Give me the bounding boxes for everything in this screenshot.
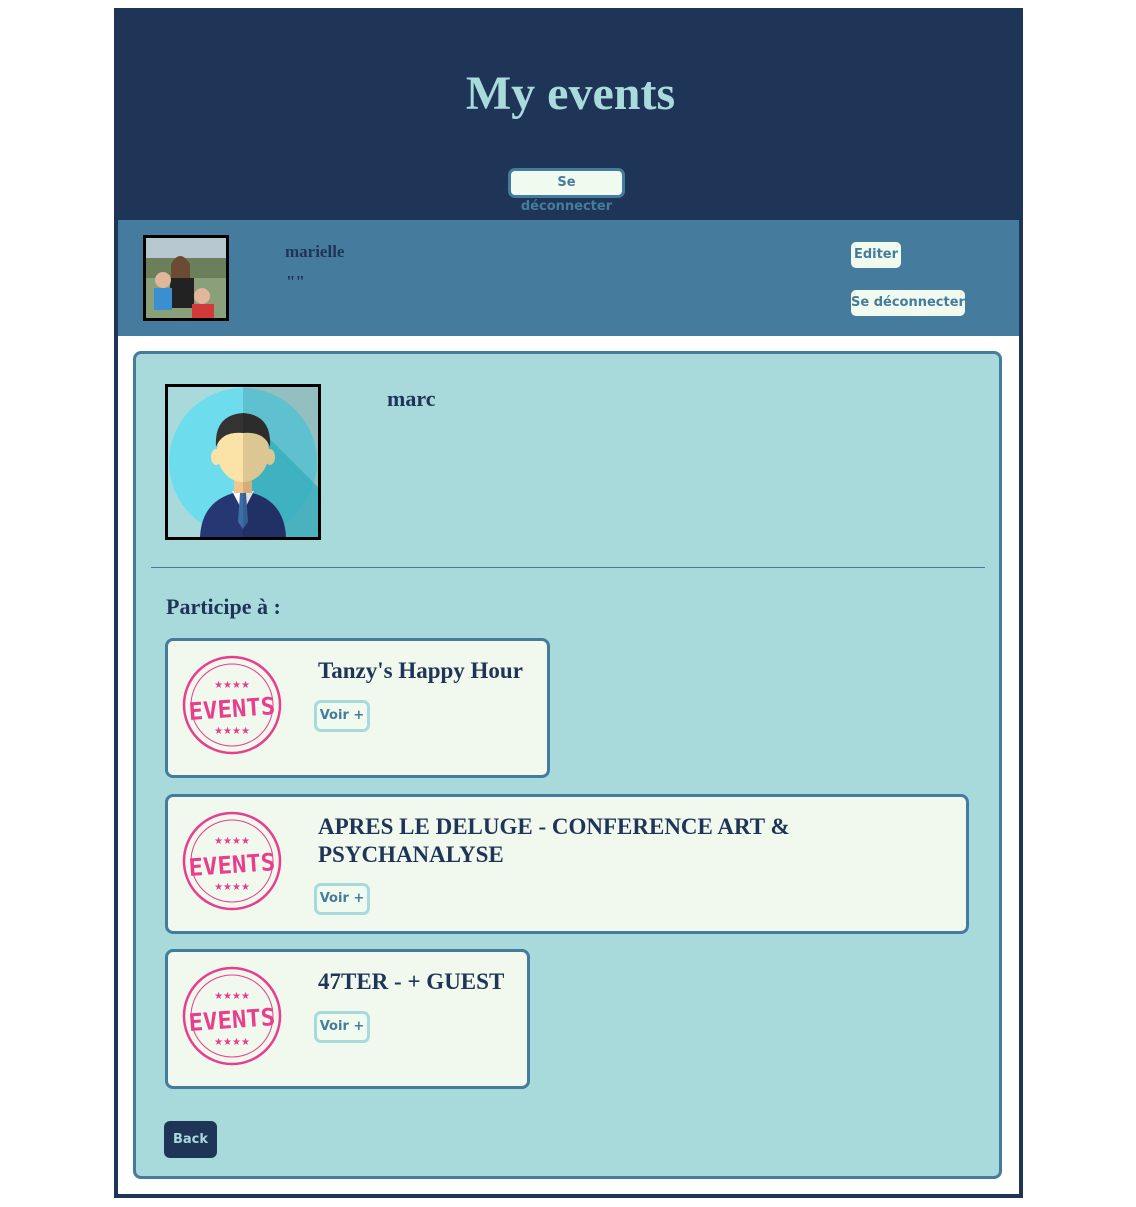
svg-text:★★★★: ★★★★ <box>214 991 250 1002</box>
events-stamp-icon: ★★★★ EVENTS ★★★★ <box>182 966 282 1066</box>
event-title: APRES LE DELUGE - CONFERENCE ART & PSYCH… <box>318 814 790 867</box>
page-header: My events Se déconnecter <box>118 8 1019 220</box>
back-button[interactable]: Back <box>164 1121 217 1158</box>
edit-button[interactable]: Editer <box>851 242 901 268</box>
profile-panel: marc Participe à : ★★★★ EVENTS ★★★★ Tanz… <box>133 351 1002 1179</box>
svg-text:★★★★: ★★★★ <box>214 882 250 893</box>
page-title: My events <box>465 67 676 120</box>
event-card: ★★★★ EVENTS ★★★★ 47TER - + GUEST Voir + <box>165 949 530 1089</box>
profile-name: marc <box>387 386 436 411</box>
event-card: ★★★★ EVENTS ★★★★ APRES LE DELUGE - CONFE… <box>165 794 969 934</box>
svg-text:EVENTS: EVENTS <box>188 692 276 726</box>
divider <box>151 567 985 568</box>
svg-text:★★★★: ★★★★ <box>214 726 250 737</box>
header-logout-button[interactable]: Se déconnecter <box>508 168 625 214</box>
event-card: ★★★★ EVENTS ★★★★ Tanzy's Happy Hour Voir… <box>165 638 550 778</box>
events-stamp-icon: ★★★★ EVENTS ★★★★ <box>182 811 282 911</box>
person-avatar-icon <box>168 387 318 537</box>
svg-text:★★★★: ★★★★ <box>214 836 250 847</box>
view-more-button[interactable]: Voir + <box>314 700 370 732</box>
svg-text:★★★★: ★★★★ <box>214 680 250 691</box>
view-more-button[interactable]: Voir + <box>314 883 370 915</box>
svg-text:EVENTS: EVENTS <box>188 848 276 882</box>
view-more-button[interactable]: Voir + <box>314 1011 370 1043</box>
user-logout-button[interactable]: Se déconnecter <box>851 290 965 316</box>
svg-text:EVENTS: EVENTS <box>188 1003 276 1037</box>
event-title: Tanzy's Happy Hour <box>318 658 523 683</box>
user-quote: "" <box>286 272 305 291</box>
events-stamp-icon: ★★★★ EVENTS ★★★★ <box>182 655 282 755</box>
user-bar: marielle "" Editer Se déconnecter <box>118 220 1019 336</box>
user-name: marielle <box>285 242 345 261</box>
user-avatar <box>143 235 229 321</box>
svg-text:★★★★: ★★★★ <box>214 1037 250 1048</box>
user-photo-image <box>146 238 226 318</box>
profile-avatar <box>165 384 321 540</box>
participates-heading: Participe à : <box>166 594 281 619</box>
app-frame: My events Se déconnecter marielle "" Edi… <box>114 8 1023 1198</box>
event-title: 47TER - + GUEST <box>318 969 505 994</box>
